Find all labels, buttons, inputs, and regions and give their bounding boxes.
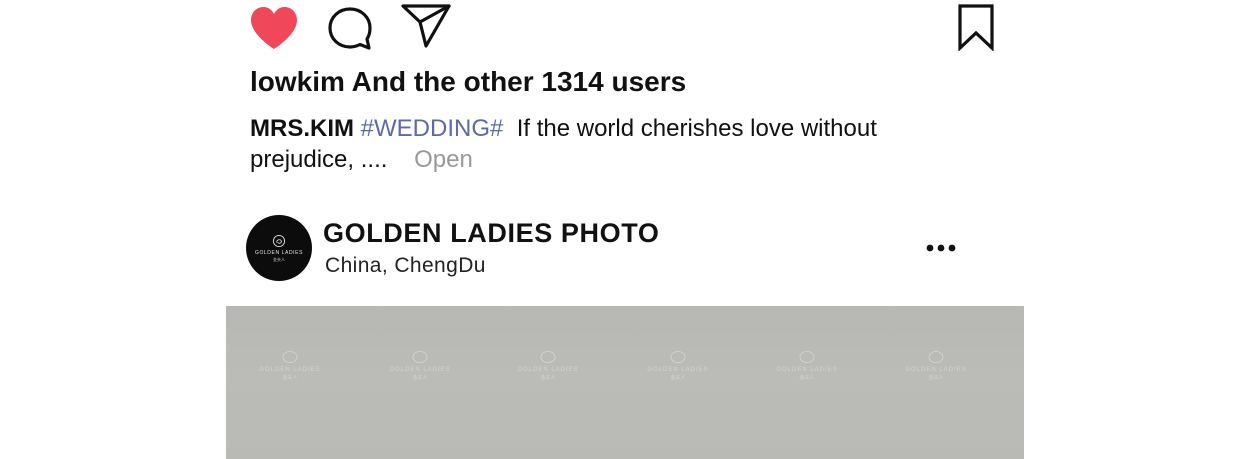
watermark-sub: 金夫人	[799, 375, 815, 381]
watermark-text: GOLDEN LADIES	[776, 367, 838, 373]
comment-icon	[328, 7, 372, 50]
account-name[interactable]: GOLDEN LADIES PHOTO	[323, 218, 659, 249]
post-photo[interactable]: GOLDEN LADIES 金夫人 GOLDEN LADIES 金夫人 GOLD…	[226, 306, 1024, 459]
watermark-sub: 金夫人	[540, 375, 556, 381]
like-button[interactable]	[248, 5, 300, 51]
watermark-logo-icon	[282, 351, 298, 363]
watermark-logo-icon	[540, 351, 556, 363]
save-button[interactable]	[956, 3, 996, 51]
watermark-text: GOLDEN LADIES	[259, 367, 321, 373]
paper-plane-icon	[401, 4, 451, 48]
post-caption: MRS.KIM #WEDDING# If the world cherishes…	[250, 113, 970, 175]
watermark-sub: 金夫人	[412, 375, 428, 381]
watermark-sub: 金夫人	[928, 375, 944, 381]
post-location[interactable]: China, ChengDu	[325, 254, 486, 278]
watermark: GOLDEN LADIES 金夫人	[380, 350, 460, 381]
share-button[interactable]	[400, 3, 452, 49]
watermark-logo-icon	[412, 351, 428, 363]
watermark-text: GOLDEN LADIES	[389, 367, 451, 373]
post-feed: lowkim And the other 1314 users MRS.KIM …	[0, 0, 1250, 459]
watermark: GOLDEN LADIES 金夫人	[767, 350, 847, 381]
heart-icon	[251, 7, 297, 49]
watermark-text: GOLDEN LADIES	[905, 367, 967, 373]
watermark-sub: 金夫人	[670, 375, 686, 381]
watermark-text: GOLDEN LADIES	[517, 367, 579, 373]
caption-username[interactable]: MRS.KIM	[250, 115, 354, 142]
caption-open-link[interactable]: Open	[414, 146, 473, 173]
watermark: GOLDEN LADIES 金夫人	[250, 350, 330, 381]
caption-hashtag[interactable]: #WEDDING#	[361, 115, 504, 142]
watermark: GOLDEN LADIES 金夫人	[896, 350, 976, 381]
more-horizontal-icon	[926, 244, 956, 252]
logo-mark-icon	[272, 234, 286, 247]
watermark-text: GOLDEN LADIES	[647, 367, 709, 373]
avatar-sub-text: 金夫人	[273, 256, 285, 262]
watermark-logo-icon	[928, 351, 944, 363]
likes-summary[interactable]: lowkim And the other 1314 users	[250, 66, 686, 98]
watermark: GOLDEN LADIES 金夫人	[508, 350, 588, 381]
bookmark-icon	[958, 4, 994, 51]
avatar-brand-text: GOLDEN LADIES	[254, 249, 304, 256]
watermark-logo-icon	[799, 351, 815, 363]
watermark-logo-icon	[670, 351, 686, 363]
watermark: GOLDEN LADIES 金夫人	[638, 350, 718, 381]
watermark-sub: 金夫人	[282, 375, 298, 381]
avatar[interactable]: GOLDEN LADIES 金夫人	[246, 215, 312, 281]
more-options-button[interactable]	[925, 238, 957, 258]
comment-button[interactable]	[326, 5, 374, 51]
